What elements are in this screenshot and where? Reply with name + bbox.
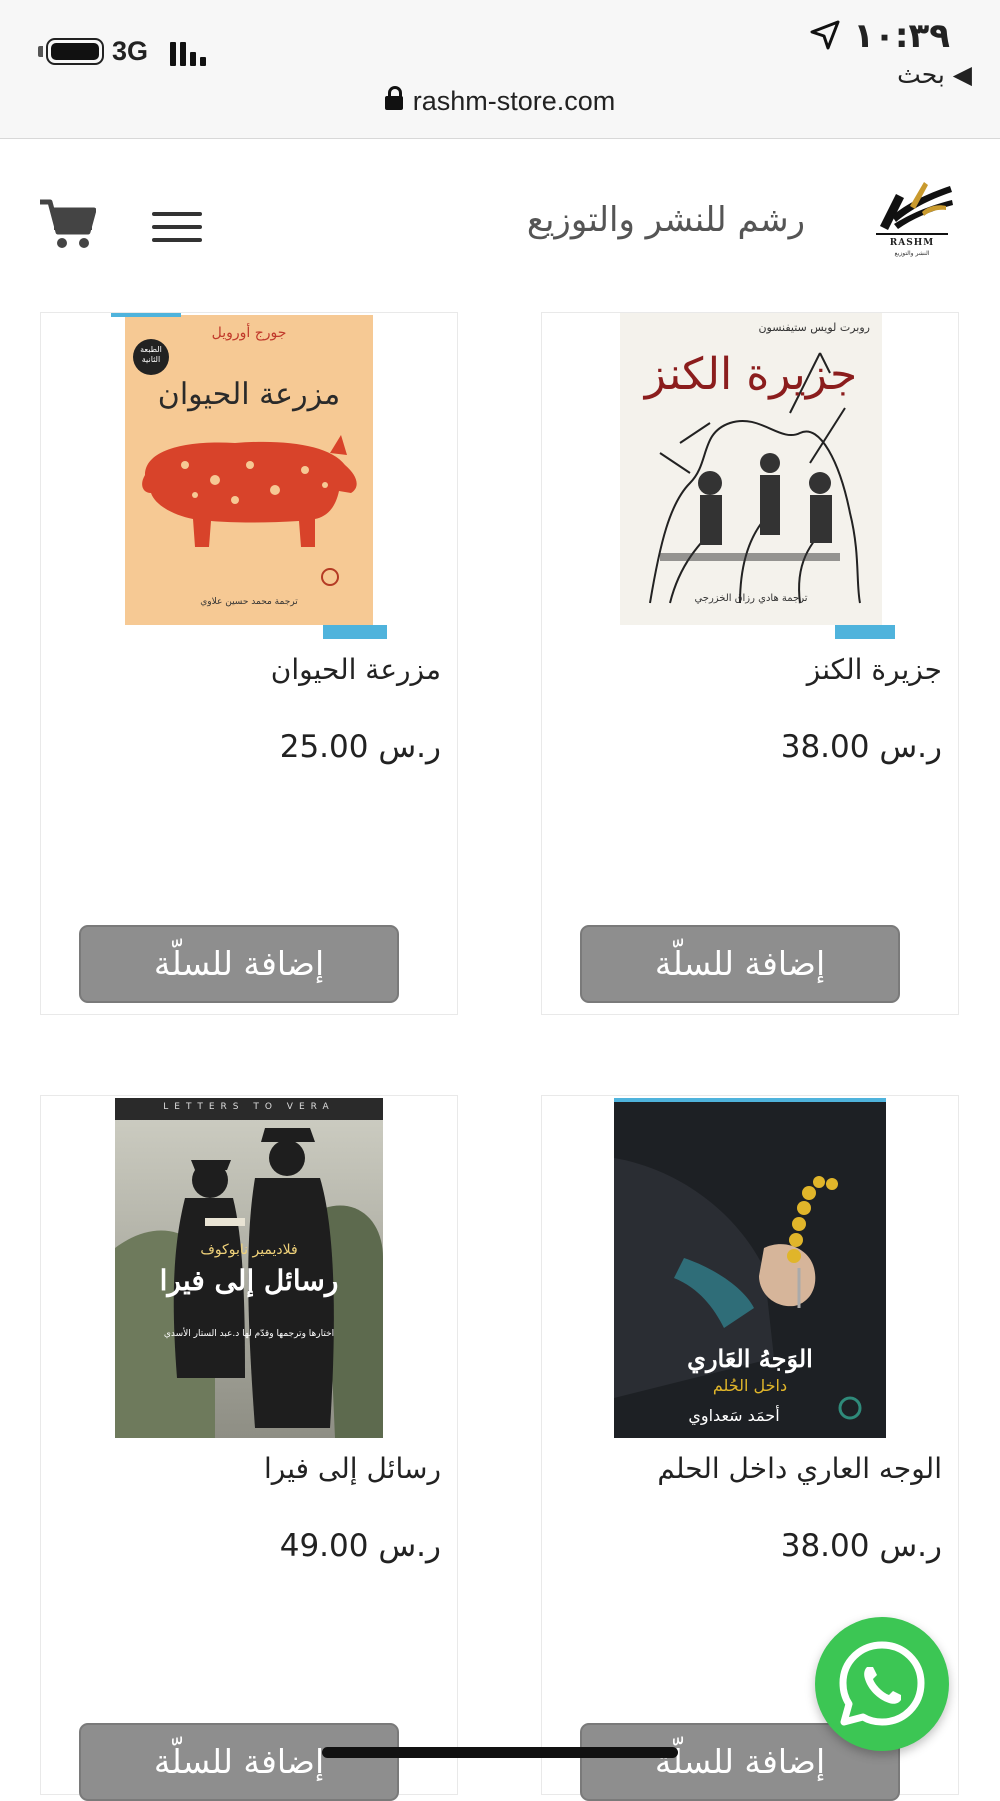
back-to-search-link[interactable]: ◀ بحث: [897, 60, 972, 89]
product-title[interactable]: جزيرة الكنز: [562, 653, 942, 686]
address-bar[interactable]: rashm-store.com: [0, 86, 1000, 117]
product-title[interactable]: مزرعة الحيوان: [61, 653, 441, 686]
logo-subtext: النشر والتوزيع: [894, 250, 930, 257]
status-bar: 3G ١٠:٣٩ ◀ بحث rashm-store.com: [0, 0, 1000, 139]
signal-strength-icon: [170, 38, 220, 66]
book-cover[interactable]: الوَجهُ العَاري داخل الحُلم أحمَد سَعداو…: [614, 1098, 886, 1438]
hamburger-menu-icon[interactable]: [152, 212, 202, 242]
cover-edition-badge: الطبعة الثانية: [140, 345, 162, 364]
product-card[interactable]: LETTERS TO VERA فلاديمير نابوكوف رسائل إ…: [40, 1095, 458, 1801]
home-indicator: [322, 1747, 678, 1758]
book-cover[interactable]: روبرت لويس ستيفنسون جزيرة الكنز ترجمة ها…: [620, 313, 882, 625]
product-price: ر.س 38.00: [780, 729, 942, 765]
sale-tag: [835, 625, 895, 639]
book-cover[interactable]: الطبعة الثانية جورج أورويل مزرعة الحيوان…: [125, 315, 373, 625]
product-title[interactable]: رسائل إلى فيرا: [61, 1452, 441, 1485]
product-card[interactable]: الطبعة الثانية جورج أورويل مزرعة الحيوان…: [40, 312, 458, 1015]
cover-title: الوَجهُ العَاري: [687, 1344, 813, 1373]
cover-title: جزيرة الكنز: [644, 349, 858, 400]
cover-title: مزرعة الحيوان: [157, 377, 341, 412]
product-title[interactable]: الوجه العاري داخل الحلم: [562, 1452, 942, 1485]
product-price: ر.س 38.00: [780, 1528, 942, 1564]
product-price: ر.س 49.00: [279, 1528, 441, 1564]
cover-translator: اختارها وترجمها وقدّم لها د.عبد الستار ا…: [163, 1329, 335, 1339]
cover-author: جورج أورويل: [211, 325, 287, 341]
cover-translator: ترجمة هادي رزاق الخزرجي: [694, 593, 808, 604]
sale-tag: [323, 625, 387, 639]
cover-author: فلاديمير نابوكوف: [200, 1242, 298, 1258]
product-card[interactable]: روبرت لويس ستيفنسون جزيرة الكنز ترجمة ها…: [541, 312, 959, 1015]
cover-translator: ترجمة محمد حسين علاوي: [200, 597, 298, 607]
sale-tag: [111, 313, 181, 317]
lock-icon: [384, 86, 403, 110]
cover-author: أحمَد سَعداوي: [688, 1406, 780, 1425]
location-arrow-icon: [810, 20, 840, 50]
cover-top-text: LETTERS TO VERA: [163, 1102, 335, 1112]
logo-text: RASHM: [889, 238, 935, 248]
rashm-logo[interactable]: RASHM النشر والتوزيع: [866, 176, 958, 266]
add-to-cart-button[interactable]: إضافة للسلّة: [580, 925, 900, 1003]
cover-author: روبرت لويس ستيفنسون: [758, 321, 870, 334]
network-type: 3G: [112, 36, 149, 66]
cover-title: رسائل إلى فيرا: [159, 1264, 339, 1297]
add-to-cart-button[interactable]: إضافة للسلّة: [79, 1723, 399, 1801]
site-name: رشم للنشر والتوزيع: [526, 200, 805, 240]
cart-icon[interactable]: [38, 198, 96, 250]
url-text: rashm-store.com: [412, 86, 616, 116]
product-price: ر.س 25.00: [279, 729, 441, 765]
whatsapp-icon: [839, 1641, 925, 1726]
site-header: رشم للنشر والتوزيع RASHM النشر والتوزيع: [0, 140, 1000, 310]
whatsapp-chat-button[interactable]: [815, 1617, 949, 1751]
book-cover[interactable]: LETTERS TO VERA فلاديمير نابوكوف رسائل إ…: [115, 1098, 383, 1438]
cover-subtitle: داخل الحُلم: [712, 1376, 788, 1395]
clock: ١٠:٣٩: [853, 16, 950, 56]
add-to-cart-button[interactable]: إضافة للسلّة: [79, 925, 399, 1003]
